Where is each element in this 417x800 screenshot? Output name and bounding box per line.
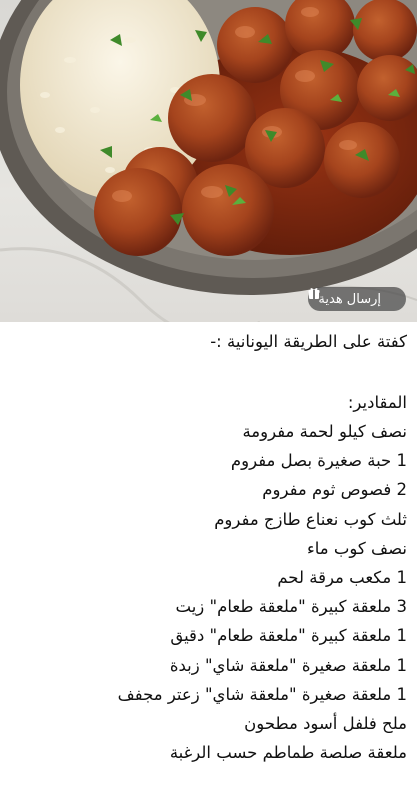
ingredient-line: 1 حبة صغيرة بصل مفروم [230,451,407,471]
ingredients-heading: المقادير: [347,393,407,412]
ingredient-line: 2 فصوص ثوم مفروم [262,480,407,500]
recipe-title: كفتة على الطريقة اليونانية :- [210,332,407,351]
send-gift-label: إرسال هدية [318,291,381,307]
ingredient-line: 1 مكعب مرقة لحم [277,567,407,587]
recipe-text: كفتة على الطريقة اليونانية :- المقادير: … [0,324,417,767]
meatballs-plate-illustration [0,0,417,322]
ingredient-line: ملعقة صلصة طماطم حسب الرغبة [169,743,407,763]
ingredient-line: ملح فلفل أسود مطحون [244,713,407,733]
send-gift-button[interactable]: إرسال هدية [308,287,406,311]
food-photo[interactable]: إرسال هدية [0,0,417,322]
post-view: إرسال هدية كفتة على الطريقة اليونانية :-… [0,0,417,800]
ingredient-line: نصف كوب ماء [306,538,407,558]
gift-icon [308,288,398,305]
ingredient-line: ثلث كوب نعناع طازج مفروم [214,509,407,529]
ingredient-line: 3 ملعقة كبيرة "ملعقة طعام" زيت [175,597,407,617]
ingredients-list: نصف كيلو لحمة مفرومة 1 حبة صغيرة بصل مفر… [0,417,407,767]
ingredient-line: 1 ملعقة كبيرة "ملعقة طعام" دقيق [170,626,407,646]
ingredient-line: نصف كيلو لحمة مفرومة [242,422,407,441]
ingredient-line: 1 ملعقة صغيرة "ملعقة شاي" زبدة [169,655,407,675]
ingredient-line: 1 ملعقة صغيرة "ملعقة شاي" زعتر مجفف [117,684,407,704]
